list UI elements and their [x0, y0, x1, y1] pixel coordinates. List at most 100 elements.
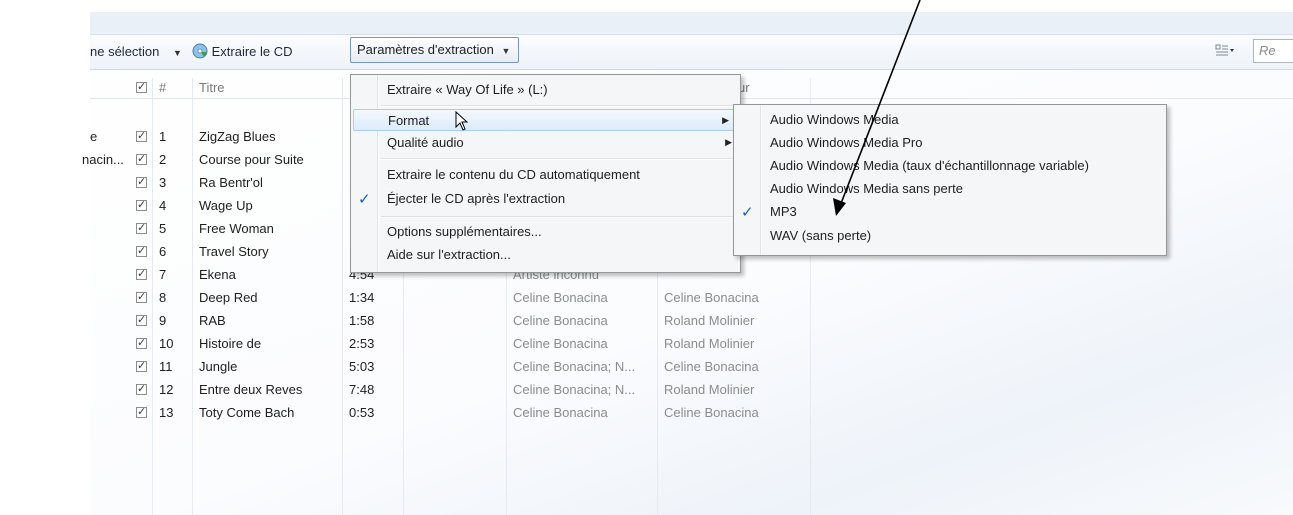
track-artist: Celine Bonacina [513, 290, 608, 305]
track-artist: Celine Bonacina [513, 405, 608, 420]
track-checkbox[interactable] [136, 313, 147, 326]
track-duration: 1:58 [349, 313, 375, 328]
rip-cd-label: Extraire le CD [211, 44, 293, 59]
track-checkbox[interactable] [136, 129, 147, 142]
menu-item-eject-after[interactable]: ✓ Éjecter le CD après l'extraction [351, 188, 740, 210]
track-checkbox[interactable] [136, 152, 147, 165]
search-input[interactable]: Re [1253, 39, 1293, 63]
column-header-number[interactable]: # [159, 80, 166, 95]
menu-separator [381, 105, 738, 107]
cd-rip-icon [192, 43, 208, 59]
format-option-wav[interactable]: WAV (sans perte) [734, 225, 1166, 247]
track-number: 10 [159, 336, 174, 351]
track-checkbox[interactable] [136, 267, 147, 280]
track-title: Histoire de [199, 336, 262, 351]
format-option-wma[interactable]: Audio Windows Media [734, 109, 1166, 131]
format-option-mp3[interactable]: ✓ MP3 [734, 201, 1166, 223]
track-artist: Celine Bonacina; N... [513, 359, 636, 374]
track-title: Course pour Suite [199, 152, 304, 167]
menu-item-label: MP3 [770, 204, 797, 219]
track-number: 1 [159, 129, 167, 144]
track-checkbox[interactable] [136, 382, 147, 395]
track-number: 9 [159, 313, 167, 328]
track-checkbox[interactable] [136, 290, 147, 303]
menu-item-rip-drive[interactable]: Extraire « Way Of Life » (L:) [351, 79, 740, 101]
track-row[interactable]: 13 Toty Come Bach 0:53 Celine Bonacina Celin… [0, 402, 1293, 425]
menu-item-label: Audio Windows Media Pro [770, 135, 923, 150]
track-row[interactable]: 9 RAB 1:58 Celine Bonacina Roland Molinier [0, 310, 1293, 333]
track-title: Toty Come Bach [199, 405, 295, 420]
rip-settings-label: Paramètres d'extraction [357, 42, 494, 57]
track-number: 7 [159, 267, 167, 282]
track-title: Jungle [199, 359, 238, 374]
track-number: 11 [159, 359, 173, 374]
track-checkbox[interactable] [136, 244, 147, 257]
track-number: 6 [159, 244, 167, 259]
track-row[interactable]: 10 Histoire de 2:53 Celine Bonacina Roland M… [0, 333, 1293, 356]
menu-item-help[interactable]: Aide sur l'extraction... [351, 244, 740, 266]
format-option-wma-vbr[interactable]: Audio Windows Media (taux d'échantillonn… [734, 155, 1166, 177]
view-options-icon[interactable] [1215, 42, 1235, 58]
top-band [90, 12, 1293, 35]
menu-separator [381, 216, 738, 218]
rip-settings-menu: Extraire « Way Of Life » (L:) Format ▶ Q… [350, 74, 741, 273]
menu-item-auto-rip[interactable]: Extraire le contenu du CD automatiquemen… [351, 164, 740, 186]
select-all-checkbox[interactable] [136, 80, 147, 93]
track-composer: Celine Bonacina [664, 290, 759, 305]
track-checkbox[interactable] [136, 221, 147, 234]
menu-item-audio-quality[interactable]: Qualité audio ▶ [351, 132, 740, 154]
menu-item-label: Éjecter le CD après l'extraction [387, 191, 566, 206]
track-row[interactable]: 8 Deep Red 1:34 Celine Bonacina Celine Bonac… [0, 287, 1293, 310]
track-title: Deep Red [199, 290, 258, 305]
menu-item-label: Qualité audio [387, 135, 464, 150]
chevron-down-icon: ▼ [173, 48, 182, 58]
menu-item-format[interactable]: Format ▶ [353, 109, 738, 131]
menu-item-label: Extraire le contenu du CD automatiquemen… [387, 167, 640, 182]
track-number: 5 [159, 221, 167, 236]
menu-item-label: Options supplémentaires... [387, 224, 542, 239]
track-checkbox[interactable] [136, 405, 147, 418]
format-option-wma-pro[interactable]: Audio Windows Media Pro [734, 132, 1166, 154]
track-checkbox[interactable] [136, 359, 147, 372]
track-duration: 7:48 [349, 382, 375, 397]
track-composer: Roland Molinier [664, 382, 755, 397]
track-row[interactable]: 12 Entre deux Reves 7:48 Celine Bonacina; N… [0, 379, 1293, 402]
format-submenu: Audio Windows Media Audio Windows Media … [733, 104, 1167, 256]
track-row[interactable]: 11 Jungle 5:03 Celine Bonacina; N... Celine … [0, 356, 1293, 379]
submenu-arrow-icon: ▶ [722, 115, 729, 125]
menu-item-label: WAV (sans perte) [770, 228, 872, 243]
menu-item-more-options[interactable]: Options supplémentaires... [351, 221, 740, 243]
selection-menu[interactable]: ne sélection ▼ [90, 42, 182, 62]
menu-item-label: Extraire « Way Of Life » (L:) [387, 82, 548, 97]
track-composer: Celine Bonacina [664, 405, 759, 420]
menu-item-label: Audio Windows Media sans perte [770, 181, 963, 196]
track-title: Entre deux Reves [199, 382, 303, 397]
menu-item-label: Audio Windows Media [770, 112, 899, 127]
track-composer: Celine Bonacina [664, 359, 759, 374]
column-header-title[interactable]: Titre [199, 80, 225, 95]
track-title: Free Woman [199, 221, 274, 236]
track-checkbox[interactable] [136, 336, 147, 349]
track-duration: 5:03 [349, 359, 375, 374]
rip-cd-button[interactable]: Extraire le CD [192, 42, 293, 62]
track-number: 8 [159, 290, 167, 305]
track-number: 13 [159, 405, 174, 420]
track-composer: Roland Molinier [664, 313, 755, 328]
menu-item-label: Format [388, 113, 430, 128]
track-composer: Roland Molinier [664, 336, 755, 351]
track-title: Travel Story [199, 244, 269, 259]
track-title: Ra Bentr'ol [199, 175, 263, 190]
track-duration: 2:53 [349, 336, 375, 351]
track-number: 12 [159, 382, 174, 397]
track-title: Ekena [199, 267, 236, 282]
rip-settings-button[interactable]: Paramètres d'extraction ▼ [350, 37, 520, 63]
track-checkbox[interactable] [136, 198, 147, 211]
format-option-wma-lossless[interactable]: Audio Windows Media sans perte [734, 178, 1166, 200]
menu-item-label: Aide sur l'extraction... [387, 247, 511, 262]
search-placeholder: Re [1259, 43, 1276, 58]
checkmark-icon: ✓ [358, 191, 371, 208]
menu-separator [381, 158, 738, 160]
track-duration: 1:34 [349, 290, 375, 305]
track-number: 2 [159, 152, 167, 167]
track-checkbox[interactable] [136, 175, 147, 188]
